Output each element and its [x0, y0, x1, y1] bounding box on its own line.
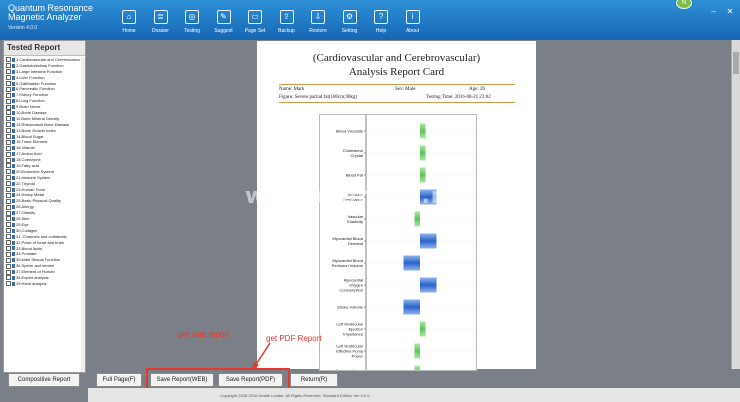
copyright-text: Copyright 2008-2016 Health Leader. All R… [220, 393, 370, 398]
full-page-button[interactable]: Full Page(F) [96, 373, 142, 387]
save-pdf-button[interactable]: Save Report(PDF) [218, 373, 283, 387]
save-web-button[interactable]: Save Report(WEB) [150, 373, 214, 387]
annotation-arrow [252, 342, 271, 370]
status-bar [88, 388, 740, 402]
return-button[interactable]: Return(R) [290, 373, 338, 387]
